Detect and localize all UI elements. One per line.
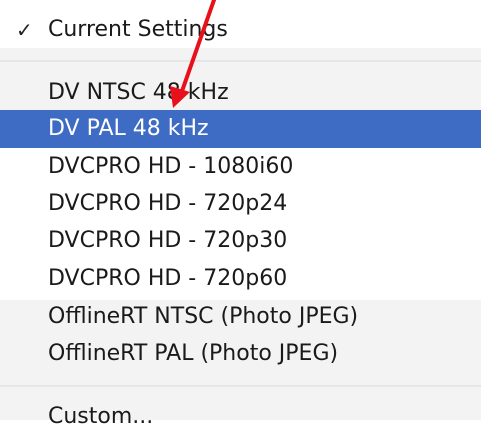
menu-item-label: Custom... — [48, 404, 154, 429]
menu-item-dvcpro-hd-1080i60[interactable]: DVCPRO HD - 1080i60 — [0, 148, 481, 186]
menu-item-dvcpro-hd-720p60[interactable]: DVCPRO HD - 720p60 — [0, 260, 481, 298]
menu-item-custom[interactable]: Custom... — [0, 398, 481, 436]
menu-item-dvcpro-hd-720p30[interactable]: DVCPRO HD - 720p30 — [0, 222, 481, 260]
settings-popup-menu: ✓ Current Settings DV NTSC 48 kHz DV PAL… — [0, 0, 481, 438]
menu-item-label: DVCPRO HD - 1080i60 — [48, 154, 294, 179]
menu-item-dv-ntsc-48[interactable]: DV NTSC 48 kHz — [0, 74, 481, 112]
menu-item-label: OfflineRT NTSC (Photo JPEG) — [48, 304, 359, 329]
menu-item-dvcpro-hd-720p24[interactable]: DVCPRO HD - 720p24 — [0, 185, 481, 223]
menu-item-dv-pal-48[interactable]: DV PAL 48 kHz — [0, 110, 481, 148]
menu-item-offlinert-ntsc[interactable]: OfflineRT NTSC (Photo JPEG) — [0, 298, 481, 336]
menu-item-label: OfflineRT PAL (Photo JPEG) — [48, 341, 339, 366]
menu-item-current-settings[interactable]: ✓ Current Settings — [0, 11, 481, 49]
menu-item-label: DVCPRO HD - 720p24 — [48, 191, 288, 216]
menu-item-label: DVCPRO HD - 720p30 — [48, 228, 288, 253]
checkmark-icon: ✓ — [16, 18, 33, 42]
menu-item-label: DVCPRO HD - 720p60 — [48, 266, 288, 291]
menu-separator — [0, 385, 481, 387]
menu-separator — [0, 60, 481, 62]
menu-item-label: DV PAL 48 kHz — [48, 116, 209, 141]
menu-item-label: DV NTSC 48 kHz — [48, 80, 229, 105]
menu-item-label: Current Settings — [48, 17, 228, 42]
screenshot: ✓ Current Settings DV NTSC 48 kHz DV PAL… — [0, 0, 481, 438]
menu-item-offlinert-pal[interactable]: OfflineRT PAL (Photo JPEG) — [0, 335, 481, 373]
